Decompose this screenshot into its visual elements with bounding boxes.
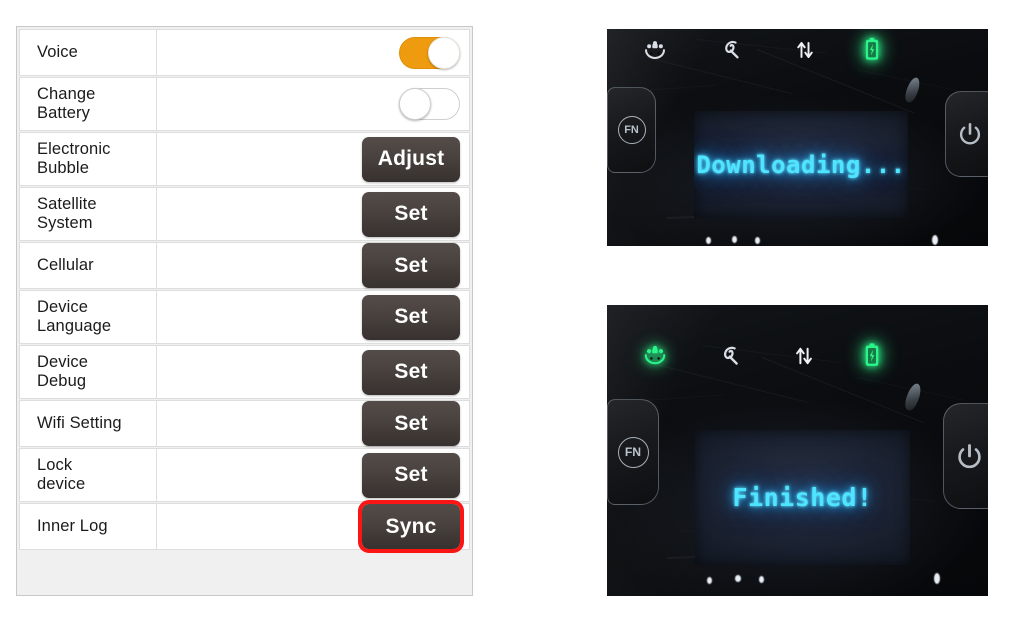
row-label-line: Bubble xyxy=(37,159,89,177)
housing-stud xyxy=(932,235,938,245)
fn-key-label: FN xyxy=(617,116,646,144)
fn-key-button[interactable]: FN xyxy=(607,399,659,505)
row-label-line: Language xyxy=(37,317,112,335)
device-photo-downloading: FN Downloading... xyxy=(607,29,988,246)
row-control-cell: Set xyxy=(157,449,469,501)
row-label: Change Battery xyxy=(20,78,157,130)
table-row: Device Debug Set xyxy=(19,345,470,399)
toggle-switch-voice[interactable] xyxy=(399,36,460,69)
sync-button-inner log[interactable]: Sync xyxy=(358,500,464,553)
data-transfer-led-icon xyxy=(795,40,815,60)
row-control-cell xyxy=(157,78,469,130)
housing-stud xyxy=(759,576,764,583)
battery-led-icon xyxy=(864,343,880,367)
table-row: Electronic Bubble Adjust xyxy=(19,132,470,186)
power-key-button[interactable] xyxy=(945,91,988,177)
row-label: Voice xyxy=(20,30,157,75)
housing-stud xyxy=(706,237,711,244)
row-label-line: System xyxy=(37,214,93,232)
row-label-line: Debug xyxy=(37,372,87,390)
adjust-button-electronic-bubble[interactable]: Adjust xyxy=(362,136,460,182)
row-label: Wifi Setting xyxy=(20,401,157,446)
row-label-line: Lock xyxy=(37,455,73,474)
row-control-cell: Set xyxy=(157,291,469,343)
table-row: Lock device Set xyxy=(19,448,470,502)
row-label-line: Device xyxy=(37,297,89,316)
housing-stud xyxy=(755,237,760,244)
satellite-led-icon xyxy=(643,344,667,365)
table-row: Change Battery xyxy=(19,77,470,131)
power-key-button[interactable] xyxy=(943,403,988,509)
row-label: Inner Log xyxy=(20,504,157,549)
row-label-line: Device xyxy=(37,352,89,371)
data-transfer-led-icon xyxy=(794,346,815,367)
housing-stud xyxy=(735,575,741,582)
data-storage-led-icon xyxy=(721,346,742,367)
device-photo-finished: FN Finished! xyxy=(607,305,988,596)
row-label: Device Debug xyxy=(20,346,157,398)
housing-stud xyxy=(934,573,940,584)
row-label: Electronic Bubble xyxy=(20,133,157,185)
set-button-cellular[interactable]: Set xyxy=(362,243,460,288)
device-lcd-screen: Finished! xyxy=(695,430,910,565)
row-label-line: Satellite xyxy=(37,194,97,213)
satellite-led-icon xyxy=(643,39,666,59)
set-button-device-debug[interactable]: Set xyxy=(362,349,460,395)
row-label: Satellite System xyxy=(20,188,157,240)
battery-led-icon xyxy=(864,37,880,60)
toggle-knob xyxy=(399,88,431,120)
row-label: Cellular xyxy=(20,243,157,288)
row-control-cell: Set xyxy=(157,346,469,398)
settings-table: Voice Change Battery Electronic Bubble Adjust… xyxy=(16,26,473,596)
fn-key-button[interactable]: FN xyxy=(607,87,656,173)
row-control-cell xyxy=(157,30,469,75)
table-row: Voice xyxy=(19,29,470,76)
row-control-cell: Adjust xyxy=(157,133,469,185)
lcd-status-text: Finished! xyxy=(732,483,873,512)
table-row: Satellite System Set xyxy=(19,187,470,241)
row-label: Device Language xyxy=(20,291,157,343)
row-label-line: Voice xyxy=(37,42,78,61)
fn-key-label: FN xyxy=(617,436,649,468)
row-control-cell: Sync xyxy=(157,500,469,553)
row-control-cell: Set xyxy=(157,243,469,288)
power-icon xyxy=(955,442,984,471)
table-row: Cellular Set xyxy=(19,242,470,289)
set-button-device-language[interactable]: Set xyxy=(362,294,460,340)
set-button-wifi setting[interactable]: Set xyxy=(362,401,460,446)
table-row: Inner Log Sync xyxy=(19,500,470,553)
lcd-status-text: Downloading... xyxy=(696,150,906,179)
table-row: Wifi Setting Set xyxy=(19,400,470,447)
row-label-line: Cellular xyxy=(37,255,94,274)
set-button-satellite-system[interactable]: Set xyxy=(362,191,460,237)
row-label-line: Electronic xyxy=(37,139,111,158)
housing-stud xyxy=(732,236,737,243)
device-lcd-screen: Downloading... xyxy=(694,111,908,218)
row-label-line: Wifi Setting xyxy=(37,413,122,432)
power-icon xyxy=(957,121,983,147)
set-button-lock-device[interactable]: Set xyxy=(362,452,460,498)
data-storage-led-icon xyxy=(722,40,742,60)
row-label-line: device xyxy=(37,475,86,493)
row-label-line: Battery xyxy=(37,104,90,122)
toggle-knob xyxy=(428,36,460,69)
row-label-line: Inner Log xyxy=(37,516,108,535)
row-label: Lock device xyxy=(20,449,157,501)
row-label-line: Change xyxy=(37,84,96,103)
toggle-switch-change-battery[interactable] xyxy=(399,88,460,120)
housing-stud xyxy=(707,577,712,584)
row-control-cell: Set xyxy=(157,188,469,240)
table-row: Device Language Set xyxy=(19,290,470,344)
row-control-cell: Set xyxy=(157,401,469,446)
